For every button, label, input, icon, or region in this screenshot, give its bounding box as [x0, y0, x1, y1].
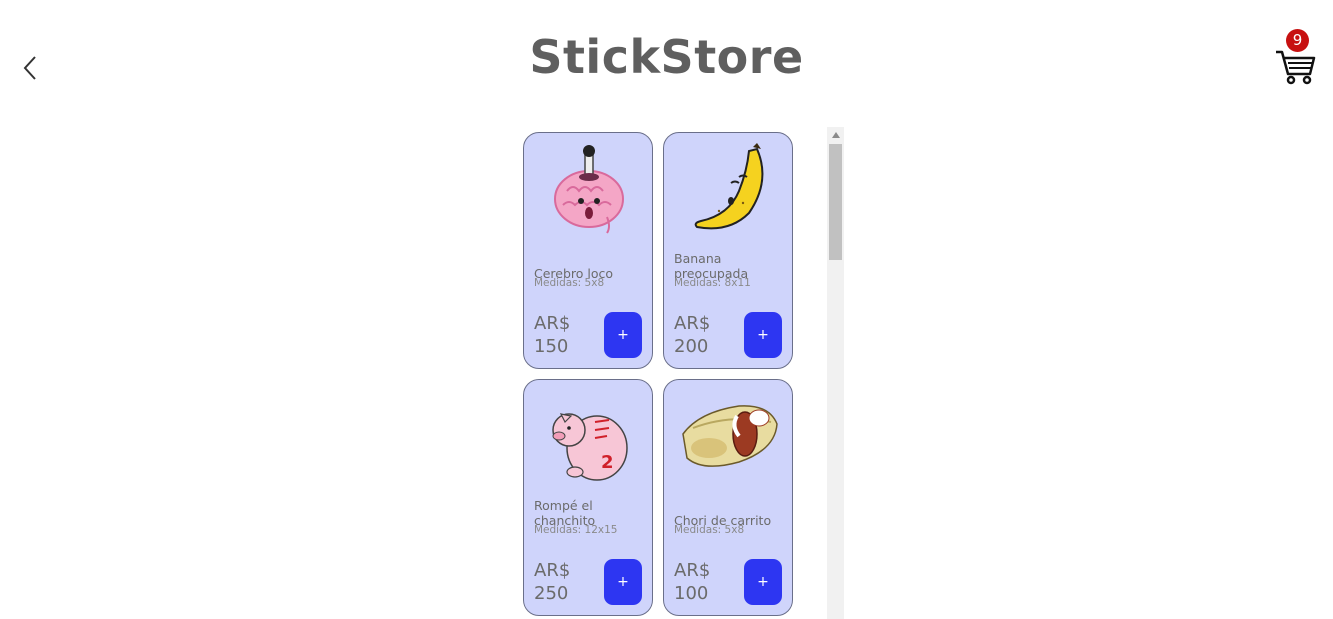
piggy-bank-sticker-image: 2: [552, 413, 628, 481]
product-name: Rompé el chanchito: [534, 498, 596, 528]
scroll-up-arrow[interactable]: [827, 127, 844, 143]
product-list: Cerebro loco Medidas: 5x8 AR$ 150 + Bana…: [518, 127, 844, 619]
product-price: AR$ 250: [534, 559, 570, 605]
add-to-cart-button[interactable]: +: [604, 312, 642, 358]
price-value: 150: [534, 336, 569, 357]
choripan-sticker-image: [682, 405, 778, 467]
product-card: Cerebro loco Medidas: 5x8 AR$ 150 +: [523, 132, 653, 369]
add-to-cart-button[interactable]: +: [744, 312, 782, 358]
price-value: 100: [674, 583, 709, 604]
price-currency: AR$: [534, 313, 571, 334]
svg-text:2: 2: [601, 452, 614, 473]
product-name: Chori de carrito: [674, 513, 772, 528]
product-size: Medidas: 8x11: [674, 277, 751, 289]
price-currency: AR$: [534, 560, 571, 581]
product-price: AR$ 100: [674, 559, 710, 605]
scrollbar[interactable]: [827, 127, 844, 619]
product-name: Cerebro loco: [534, 266, 614, 281]
page-title: StickStore: [529, 30, 804, 84]
price-value: 250: [534, 583, 569, 604]
price-currency: AR$: [674, 560, 711, 581]
product-size: Medidas: 5x8: [674, 524, 745, 536]
product-price: AR$ 150: [534, 312, 570, 358]
product-card: Chori de carrito Medidas: 5x8 AR$ 100 +: [663, 379, 793, 616]
add-to-cart-button[interactable]: +: [744, 559, 782, 605]
product-card: 2 Rompé el chanchito Medidas: 12x15 AR$ …: [523, 379, 653, 616]
price-value: 200: [674, 336, 709, 357]
add-to-cart-button[interactable]: +: [604, 559, 642, 605]
product-size: Medidas: 12x15: [534, 524, 618, 536]
price-currency: AR$: [674, 313, 711, 334]
banana-sticker-image: [694, 143, 764, 230]
product-price: AR$ 200: [674, 312, 710, 358]
triangle-up-icon: [831, 132, 840, 138]
scrollbar-thumb[interactable]: [829, 144, 842, 260]
product-card: Banana preocupada Medidas: 8x11 AR$ 200 …: [663, 132, 793, 369]
brain-sticker-image: [554, 145, 624, 234]
cart-count-badge: 9: [1286, 29, 1309, 52]
product-size: Medidas: 5x8: [534, 277, 605, 289]
product-name: Banana preocupada: [674, 251, 749, 281]
